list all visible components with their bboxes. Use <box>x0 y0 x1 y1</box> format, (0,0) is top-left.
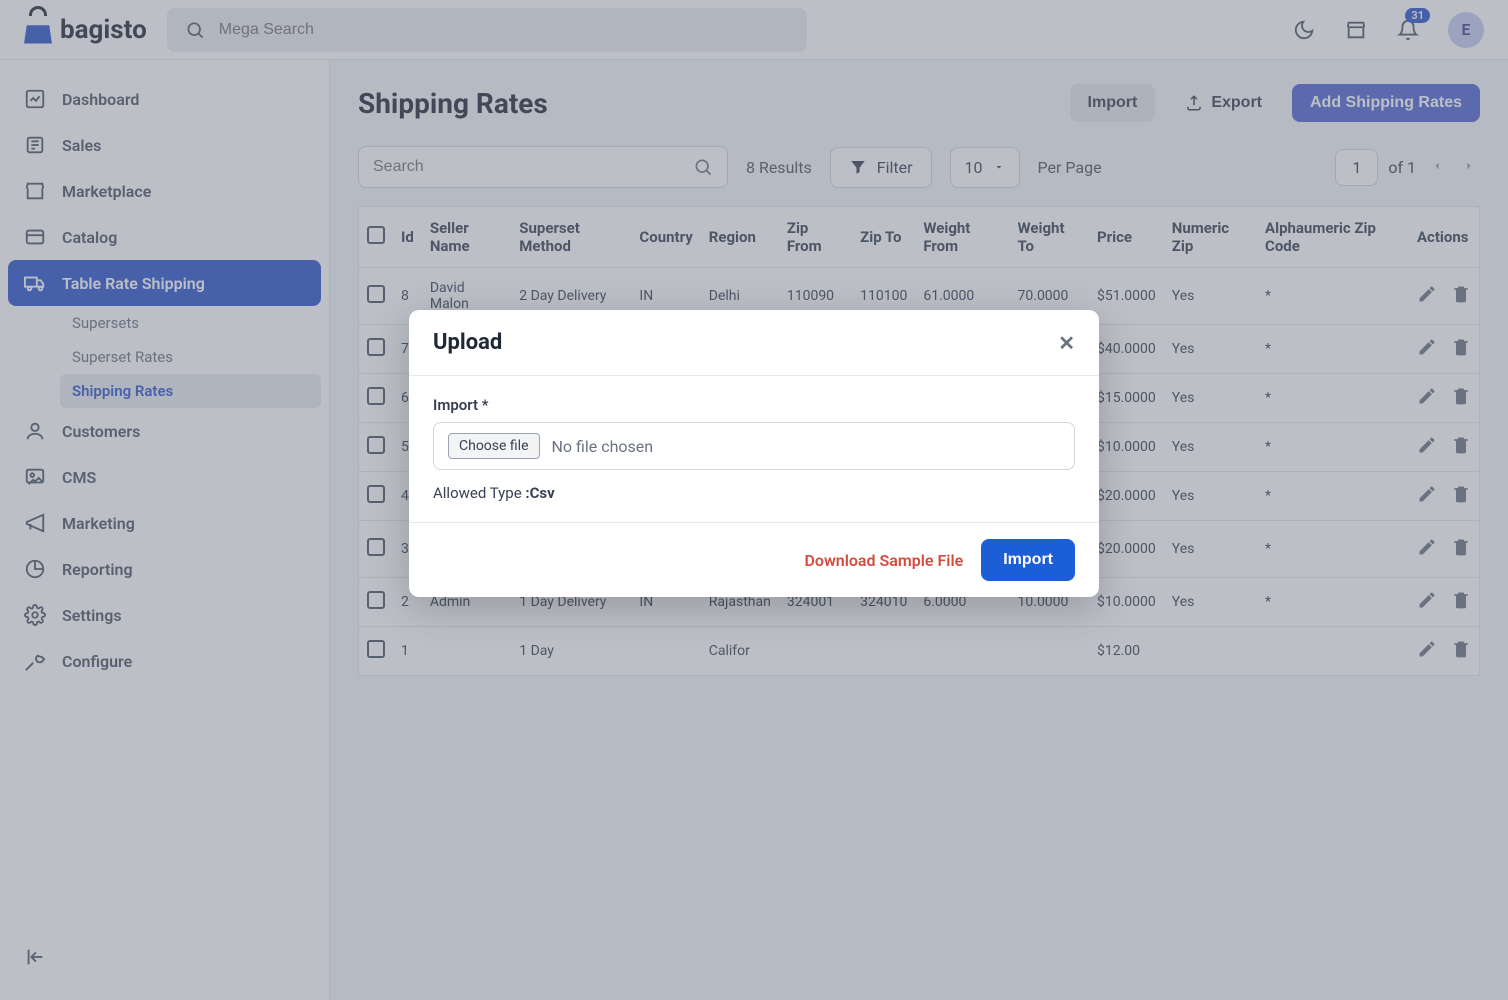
import-submit-button[interactable]: Import <box>981 539 1075 581</box>
choose-file-button[interactable]: Choose file <box>448 433 540 459</box>
upload-modal: Upload ✕ Import * Choose file No file ch… <box>409 310 1099 597</box>
modal-title: Upload <box>433 330 502 355</box>
file-status: No file chosen <box>552 437 654 456</box>
close-icon[interactable]: ✕ <box>1058 331 1075 355</box>
allowed-type: Allowed Type :Csv <box>433 484 1075 502</box>
modal-overlay[interactable]: Upload ✕ Import * Choose file No file ch… <box>0 0 1508 1000</box>
file-input[interactable]: Choose file No file chosen <box>433 422 1075 470</box>
download-sample-link[interactable]: Download Sample File <box>804 551 963 570</box>
import-label: Import * <box>433 396 1075 414</box>
